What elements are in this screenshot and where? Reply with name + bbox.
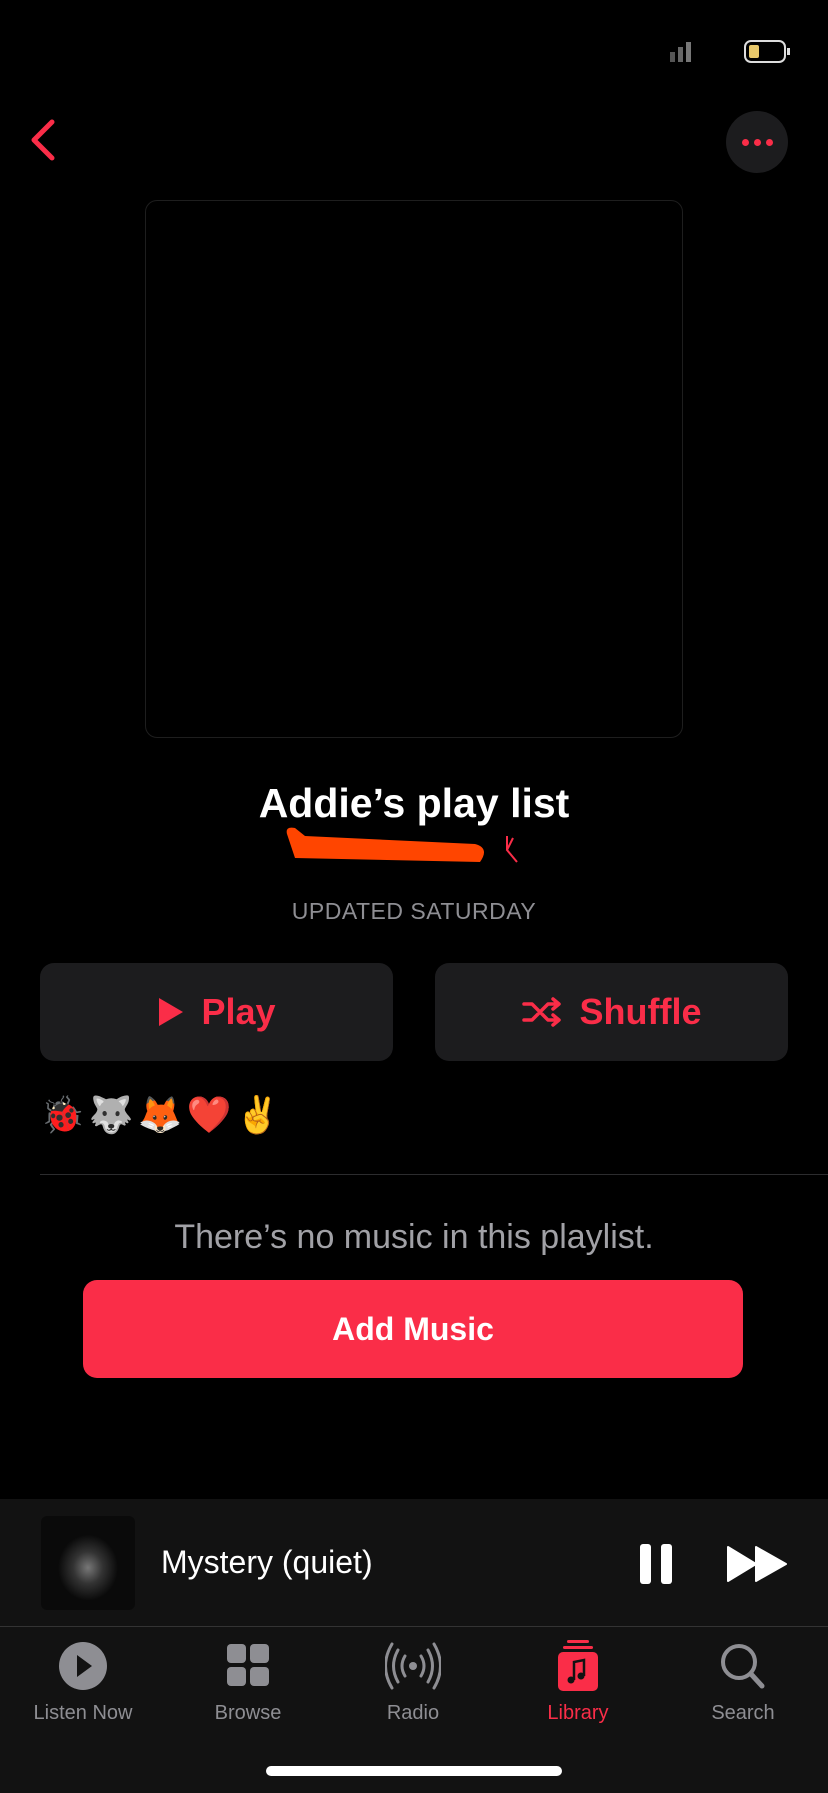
tab-label: Search — [711, 1702, 775, 1724]
now-playing-title[interactable]: Mystery (quiet) — [161, 1544, 373, 1581]
fast-forward-icon[interactable] — [726, 1544, 788, 1584]
updated-date: UPDATED SATURDAY — [291, 898, 537, 924]
pause-icon[interactable] — [638, 1542, 674, 1586]
dot — [765, 138, 773, 146]
tab-browse[interactable]: Browse — [165, 1640, 331, 1725]
play-circle-icon — [59, 1642, 107, 1690]
shuffle-icon — [521, 997, 561, 1027]
now-playing-artwork[interactable] — [41, 1516, 135, 1610]
redacted-curator-name — [286, 827, 518, 863]
magnifier-icon — [721, 1644, 765, 1689]
shuffle-button[interactable]: Shuffle — [435, 963, 788, 1061]
back-chevron-icon[interactable] — [22, 112, 72, 168]
library-music-icon — [558, 1640, 598, 1691]
status-bar-icons — [670, 40, 790, 63]
add-music-button[interactable]: Add Music — [83, 1280, 743, 1378]
more-options-button[interactable] — [726, 111, 788, 173]
divider — [0, 1626, 828, 1627]
dot — [753, 138, 761, 146]
shuffle-label: Shuffle — [579, 991, 702, 1032]
play-icon — [159, 998, 184, 1026]
playlist-artwork — [145, 200, 683, 738]
tab-search[interactable]: Search — [660, 1640, 826, 1725]
grid-icon — [227, 1644, 269, 1686]
tab-label: Library — [547, 1702, 609, 1724]
tab-library[interactable]: Library — [495, 1640, 661, 1725]
playlist-title: Addie’s play list — [258, 780, 570, 826]
tab-radio[interactable]: Radio — [330, 1640, 496, 1725]
play-button[interactable]: Play — [40, 963, 393, 1061]
play-label: Play — [201, 991, 276, 1032]
divider — [40, 1174, 828, 1175]
tab-listen-now[interactable]: Listen Now — [0, 1640, 166, 1725]
playlist-description: 🐞🐺🦊❤️✌️ — [40, 1094, 285, 1135]
home-indicator[interactable] — [266, 1766, 562, 1776]
tab-label: Listen Now — [33, 1702, 133, 1724]
radio-waves-icon — [385, 1642, 441, 1690]
empty-playlist-message: There’s no music in this playlist. — [174, 1218, 654, 1256]
tab-label: Browse — [214, 1702, 282, 1724]
tab-label: Radio — [386, 1702, 440, 1724]
dot — [741, 138, 749, 146]
